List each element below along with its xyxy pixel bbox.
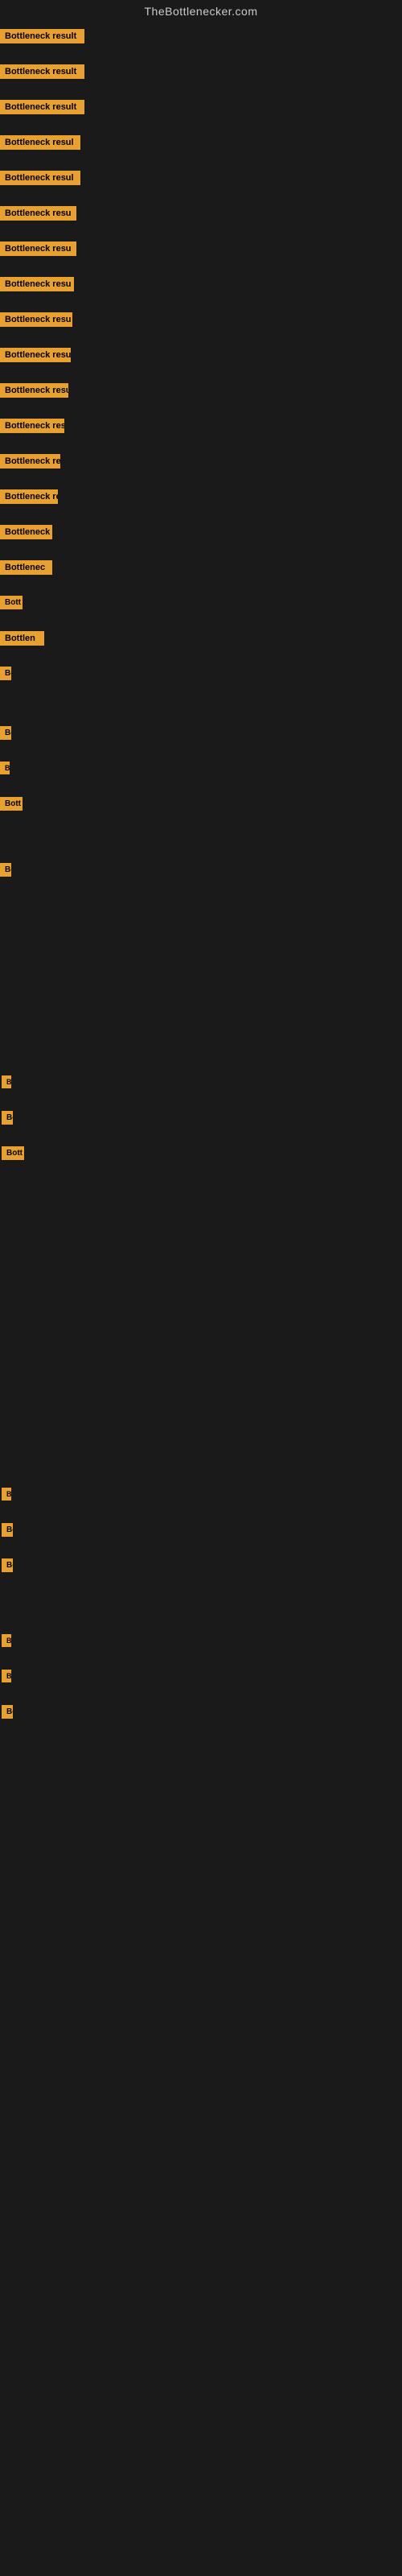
list-item: B bbox=[0, 1663, 402, 1699]
list-item: Bottleneck res bbox=[0, 412, 402, 448]
bottleneck-badge: Bo bbox=[0, 726, 11, 740]
list-item: Bottleneck resu bbox=[0, 235, 402, 270]
list-item: Bottleneck resul bbox=[0, 129, 402, 164]
bottleneck-badge: B bbox=[2, 1634, 11, 1647]
bottleneck-badge: Bottleneck resu bbox=[0, 348, 71, 362]
spacer-5 bbox=[0, 1587, 402, 1620]
bottleneck-badge: Bottleneck re bbox=[0, 489, 58, 504]
bottleneck-badge: Bottleneck resul bbox=[0, 171, 80, 185]
list-item: Bott bbox=[0, 589, 402, 625]
list-item: B bbox=[0, 1481, 402, 1517]
list-item: Bottleneck resu bbox=[0, 341, 402, 377]
bottleneck-badge: Bo bbox=[2, 1558, 13, 1572]
list-item: Bottleneck resul bbox=[0, 164, 402, 200]
list-item: Bottleneck resu bbox=[0, 200, 402, 235]
bottleneck-badge: Bott bbox=[0, 596, 23, 609]
bottom-section: B B Bo bbox=[0, 1628, 402, 1734]
list-item: Bott bbox=[0, 1140, 402, 1175]
bottleneck-badge: Bottleneck resul bbox=[0, 135, 80, 150]
bottleneck-badge: Bottleneck re bbox=[0, 525, 52, 539]
list-item: Bottleneck re bbox=[0, 448, 402, 483]
bottleneck-badge: Bottlenec bbox=[0, 560, 52, 575]
content-area: Bottleneck result Bottleneck result Bott… bbox=[0, 23, 402, 1734]
spacer bbox=[0, 696, 402, 720]
list-item: Bo bbox=[0, 1699, 402, 1734]
list-item: Bottleneck resu bbox=[0, 306, 402, 341]
list-item: Bottleneck result bbox=[0, 58, 402, 93]
list-item: Bottlen bbox=[0, 625, 402, 660]
list-item: Bottleneck resu bbox=[0, 270, 402, 306]
bottleneck-badge: B bbox=[2, 1670, 11, 1682]
list-item: Bo bbox=[0, 1104, 402, 1140]
lower-section: B Bo Bott B Bo Bo B bbox=[0, 1069, 402, 1734]
bottleneck-badge: Bottleneck result bbox=[0, 64, 84, 79]
bottleneck-badge: Bott bbox=[2, 1146, 24, 1160]
bottleneck-badge: Bottleneck resu bbox=[0, 312, 72, 327]
bottleneck-badge: Bottleneck resu bbox=[0, 242, 76, 256]
bottleneck-badge: Bo bbox=[0, 667, 11, 680]
site-title: TheBottlenecker.com bbox=[0, 0, 402, 23]
bottleneck-badge: Bottleneck resu bbox=[0, 206, 76, 221]
spacer-3 bbox=[0, 892, 402, 1053]
spacer-2 bbox=[0, 826, 402, 857]
bottleneck-badge: Bottleneck result bbox=[0, 29, 84, 43]
bottleneck-badge: B bbox=[2, 1075, 11, 1088]
list-item: Bo bbox=[0, 1517, 402, 1552]
bottleneck-badge: Bottleneck re bbox=[0, 454, 60, 469]
list-item: Bott bbox=[0, 791, 402, 826]
list-item: B bbox=[0, 1628, 402, 1663]
bottleneck-badge: B bbox=[2, 1488, 11, 1501]
list-item: Bottleneck result bbox=[0, 93, 402, 129]
bottleneck-badge: Bo bbox=[2, 1111, 13, 1125]
list-item: Bo bbox=[0, 660, 402, 696]
bottleneck-badge: Bottleneck resu bbox=[0, 277, 74, 291]
bottleneck-badge: B bbox=[0, 762, 10, 774]
bottleneck-badge: Bott bbox=[0, 797, 23, 811]
bottleneck-badge: Bo bbox=[2, 1705, 13, 1719]
list-item: Bottlenec bbox=[0, 554, 402, 589]
list-item: B bbox=[0, 755, 402, 791]
list-item: Bottleneck resu bbox=[0, 377, 402, 412]
list-item: Bo bbox=[0, 720, 402, 755]
list-item: Bottleneck re bbox=[0, 518, 402, 554]
bottleneck-badge: Bottleneck resu bbox=[0, 383, 68, 398]
bottleneck-badge: Bo bbox=[0, 863, 11, 877]
list-item: Bottleneck result bbox=[0, 23, 402, 58]
bottleneck-badge: Bottlen bbox=[0, 631, 44, 646]
spacer-4 bbox=[0, 1175, 402, 1481]
bottleneck-badge: Bottleneck result bbox=[0, 100, 84, 114]
list-item: Bottleneck re bbox=[0, 483, 402, 518]
bottleneck-badge: Bottleneck res bbox=[0, 419, 64, 433]
bottleneck-badge: Bo bbox=[2, 1523, 13, 1537]
list-item: B bbox=[0, 1069, 402, 1104]
list-item: Bo bbox=[0, 857, 402, 892]
list-item: Bo bbox=[0, 1552, 402, 1587]
